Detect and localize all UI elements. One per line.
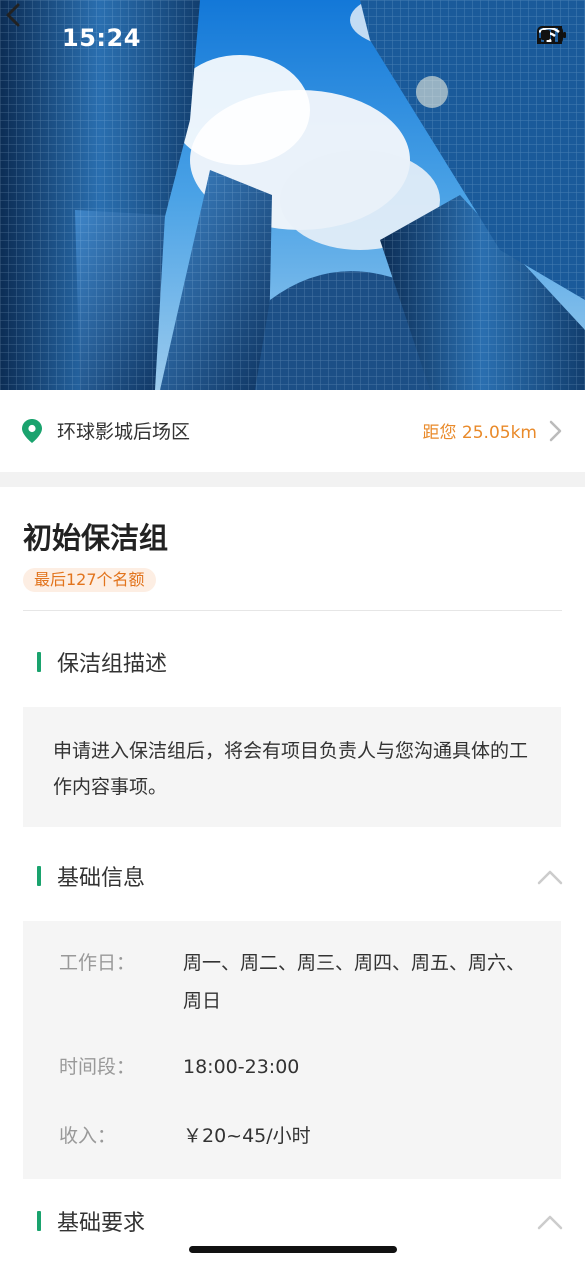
hero-image: 15:24 bbox=[0, 0, 585, 390]
section-accent-bar bbox=[37, 866, 41, 886]
info-label: 时间段： bbox=[59, 1056, 136, 1078]
info-label: 收入： bbox=[59, 1125, 117, 1147]
section-title: 保洁组描述 bbox=[57, 652, 168, 677]
section-header-basic-info[interactable]: 基础信息 bbox=[37, 862, 146, 891]
info-value: ￥20~45/小时 bbox=[183, 1125, 311, 1147]
back-icon[interactable] bbox=[0, 0, 28, 30]
description-box: 申请进入保洁组后，将会有项目负责人与您沟通具体的工作内容事项。 bbox=[23, 707, 561, 827]
status-time: 15:24 bbox=[62, 24, 141, 52]
basic-info-box: 工作日： 周一、周二、周三、周四、周五、周六、周日 时间段： 18:00-23:… bbox=[23, 921, 561, 1179]
quota-badge: 最后127个名额 bbox=[23, 568, 156, 592]
section-title: 基础要求 bbox=[57, 1211, 146, 1236]
info-value: 周一、周二、周三、周四、周五、周六、周日 bbox=[183, 952, 526, 1012]
section-accent-bar bbox=[37, 1211, 41, 1231]
battery-icon bbox=[537, 26, 566, 44]
location-pin-icon bbox=[22, 419, 42, 443]
chevron-up-icon[interactable] bbox=[537, 869, 563, 885]
section-title: 基础信息 bbox=[57, 866, 146, 891]
location-bar[interactable]: 环球影城后场区 距您 25.05km bbox=[0, 390, 585, 472]
info-label: 工作日： bbox=[59, 952, 136, 974]
divider bbox=[23, 610, 562, 611]
location-name: 环球影城后场区 bbox=[57, 421, 191, 443]
section-accent-bar bbox=[37, 652, 41, 672]
info-value: 18:00-23:00 bbox=[183, 1056, 300, 1078]
distance-text: 距您 25.05km bbox=[422, 423, 537, 443]
group-detail-card: 初始保洁组 最后127个名额 保洁组描述 申请进入保洁组后，将会有项目负责人与您… bbox=[0, 487, 585, 1266]
group-title: 初始保洁组 bbox=[23, 521, 169, 555]
section-header-requirements[interactable]: 基础要求 bbox=[37, 1207, 146, 1236]
skyscrapers-illustration bbox=[0, 0, 585, 390]
description-text: 申请进入保洁组后，将会有项目负责人与您沟通具体的工作内容事项。 bbox=[53, 740, 529, 798]
home-indicator[interactable] bbox=[189, 1246, 397, 1253]
section-header-description: 保洁组描述 bbox=[37, 648, 168, 677]
chevron-right-icon bbox=[549, 420, 562, 442]
chevron-up-icon[interactable] bbox=[537, 1214, 563, 1230]
